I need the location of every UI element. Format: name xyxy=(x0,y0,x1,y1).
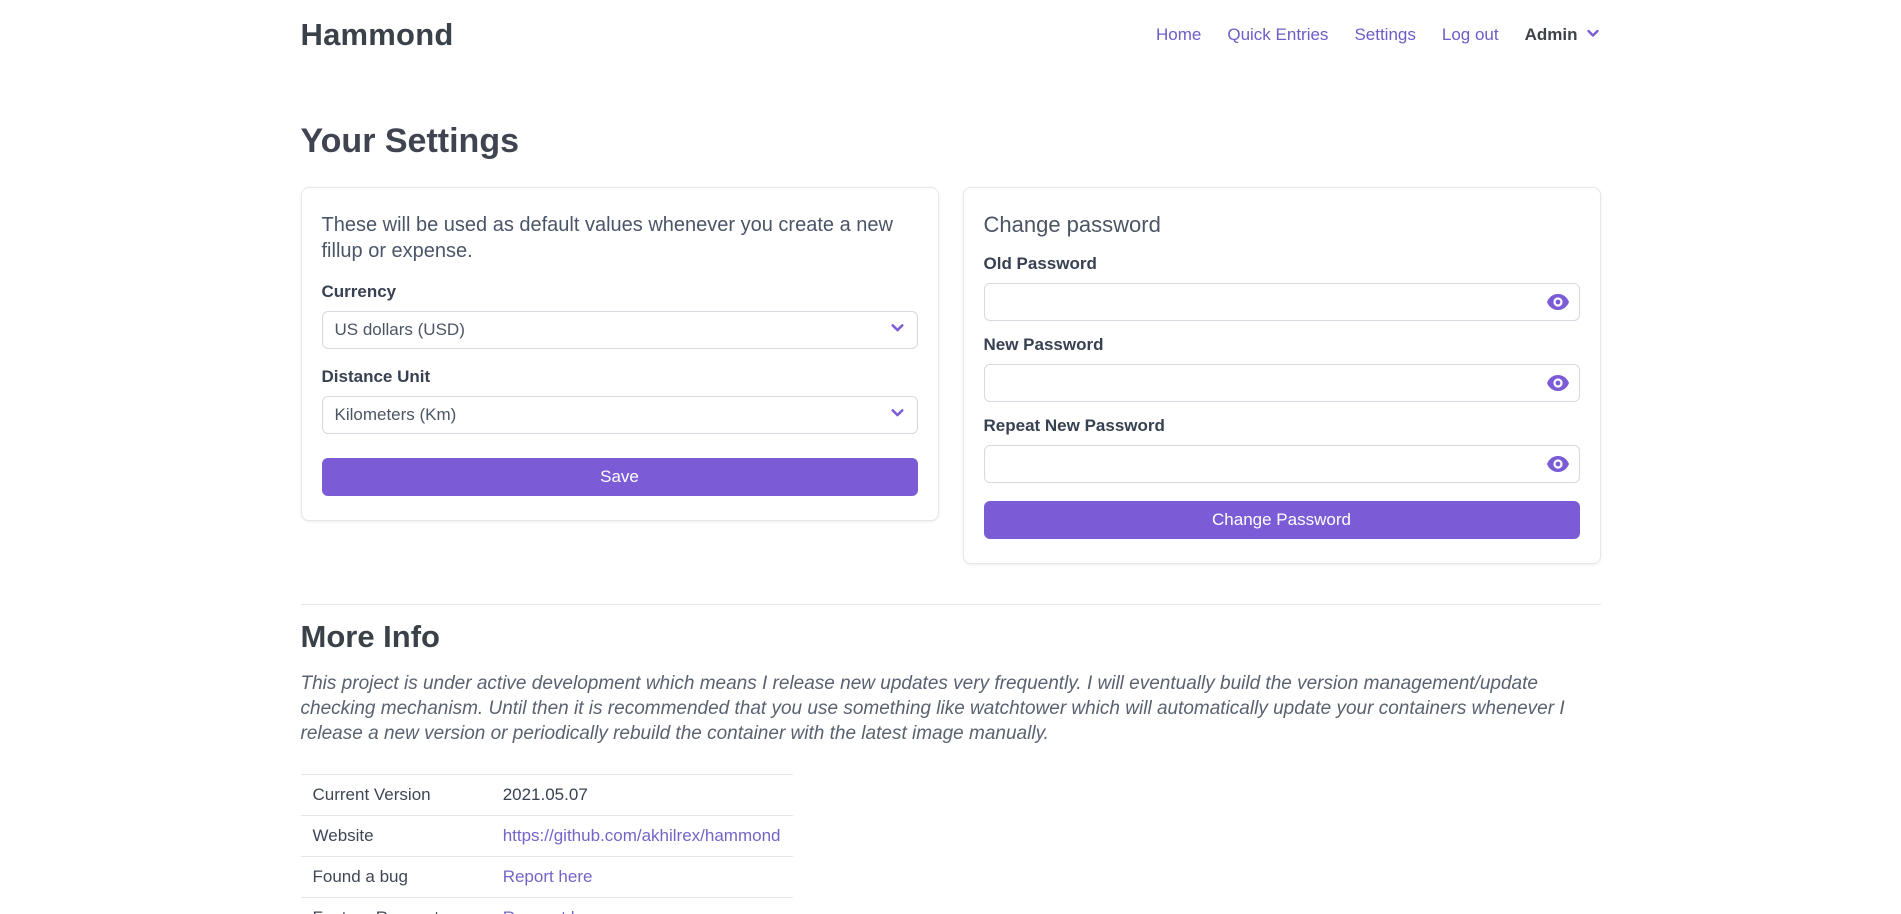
info-row-label: Website xyxy=(301,816,491,857)
info-row-label: Found a bug xyxy=(301,857,491,898)
repeat-new-password-label: Repeat New Password xyxy=(984,416,1580,436)
defaults-description: These will be used as default values whe… xyxy=(322,212,918,264)
nav-item-logout[interactable]: Log out xyxy=(1442,25,1499,45)
navbar: Hammond Home Quick Entries Settings Log … xyxy=(301,0,1601,70)
old-password-input[interactable] xyxy=(984,283,1580,321)
toggle-new-password-visibility-button[interactable] xyxy=(1545,373,1571,393)
more-info-title: More Info xyxy=(301,619,1601,655)
old-password-label: Old Password xyxy=(984,254,1580,274)
chevron-down-icon xyxy=(889,404,906,426)
feature-request-link[interactable]: Request here xyxy=(503,908,605,914)
new-password-input[interactable] xyxy=(984,364,1580,402)
toggle-repeat-password-visibility-button[interactable] xyxy=(1545,454,1571,474)
more-info-table: Current Version 2021.05.07 Website https… xyxy=(301,774,793,914)
nav-item-home[interactable]: Home xyxy=(1156,25,1201,45)
distance-unit-selected-value: Kilometers (Km) xyxy=(335,405,457,425)
page-title: Your Settings xyxy=(301,122,1601,161)
user-menu-label: Admin xyxy=(1525,25,1578,45)
more-info-note: This project is under active development… xyxy=(301,671,1601,746)
defaults-card: These will be used as default values whe… xyxy=(301,187,939,521)
table-row: Feature Request Request here xyxy=(301,898,793,914)
info-row-label: Feature Request xyxy=(301,898,491,914)
nav-item-settings[interactable]: Settings xyxy=(1354,25,1415,45)
currency-select[interactable]: US dollars (USD) xyxy=(322,311,918,349)
eye-icon xyxy=(1547,294,1569,310)
save-button[interactable]: Save xyxy=(322,458,918,496)
change-password-button[interactable]: Change Password xyxy=(984,501,1580,539)
currency-label: Currency xyxy=(322,282,918,302)
table-row: Website https://github.com/akhilrex/hamm… xyxy=(301,816,793,857)
toggle-old-password-visibility-button[interactable] xyxy=(1545,292,1571,312)
eye-icon xyxy=(1547,456,1569,472)
section-divider xyxy=(301,604,1601,605)
chevron-down-icon xyxy=(1585,25,1601,46)
distance-unit-select[interactable]: Kilometers (Km) xyxy=(322,396,918,434)
currency-selected-value: US dollars (USD) xyxy=(335,320,465,340)
eye-icon xyxy=(1547,375,1569,391)
user-menu-admin[interactable]: Admin xyxy=(1525,25,1601,46)
brand-logo[interactable]: Hammond xyxy=(301,17,454,53)
info-row-label: Current Version xyxy=(301,775,491,816)
distance-unit-label: Distance Unit xyxy=(322,367,918,387)
current-version-value: 2021.05.07 xyxy=(491,775,793,816)
nav-links: Home Quick Entries Settings Log out Admi… xyxy=(1156,25,1601,46)
nav-item-quick-entries[interactable]: Quick Entries xyxy=(1227,25,1328,45)
settings-cards: These will be used as default values whe… xyxy=(301,187,1601,564)
website-link[interactable]: https://github.com/akhilrex/hammond xyxy=(503,826,781,845)
chevron-down-icon xyxy=(889,319,906,341)
report-bug-link[interactable]: Report here xyxy=(503,867,593,886)
repeat-new-password-input[interactable] xyxy=(984,445,1580,483)
table-row: Current Version 2021.05.07 xyxy=(301,775,793,816)
change-password-card: Change password Old Password New Passwor… xyxy=(963,187,1601,564)
new-password-label: New Password xyxy=(984,335,1580,355)
table-row: Found a bug Report here xyxy=(301,857,793,898)
change-password-title: Change password xyxy=(984,212,1580,238)
